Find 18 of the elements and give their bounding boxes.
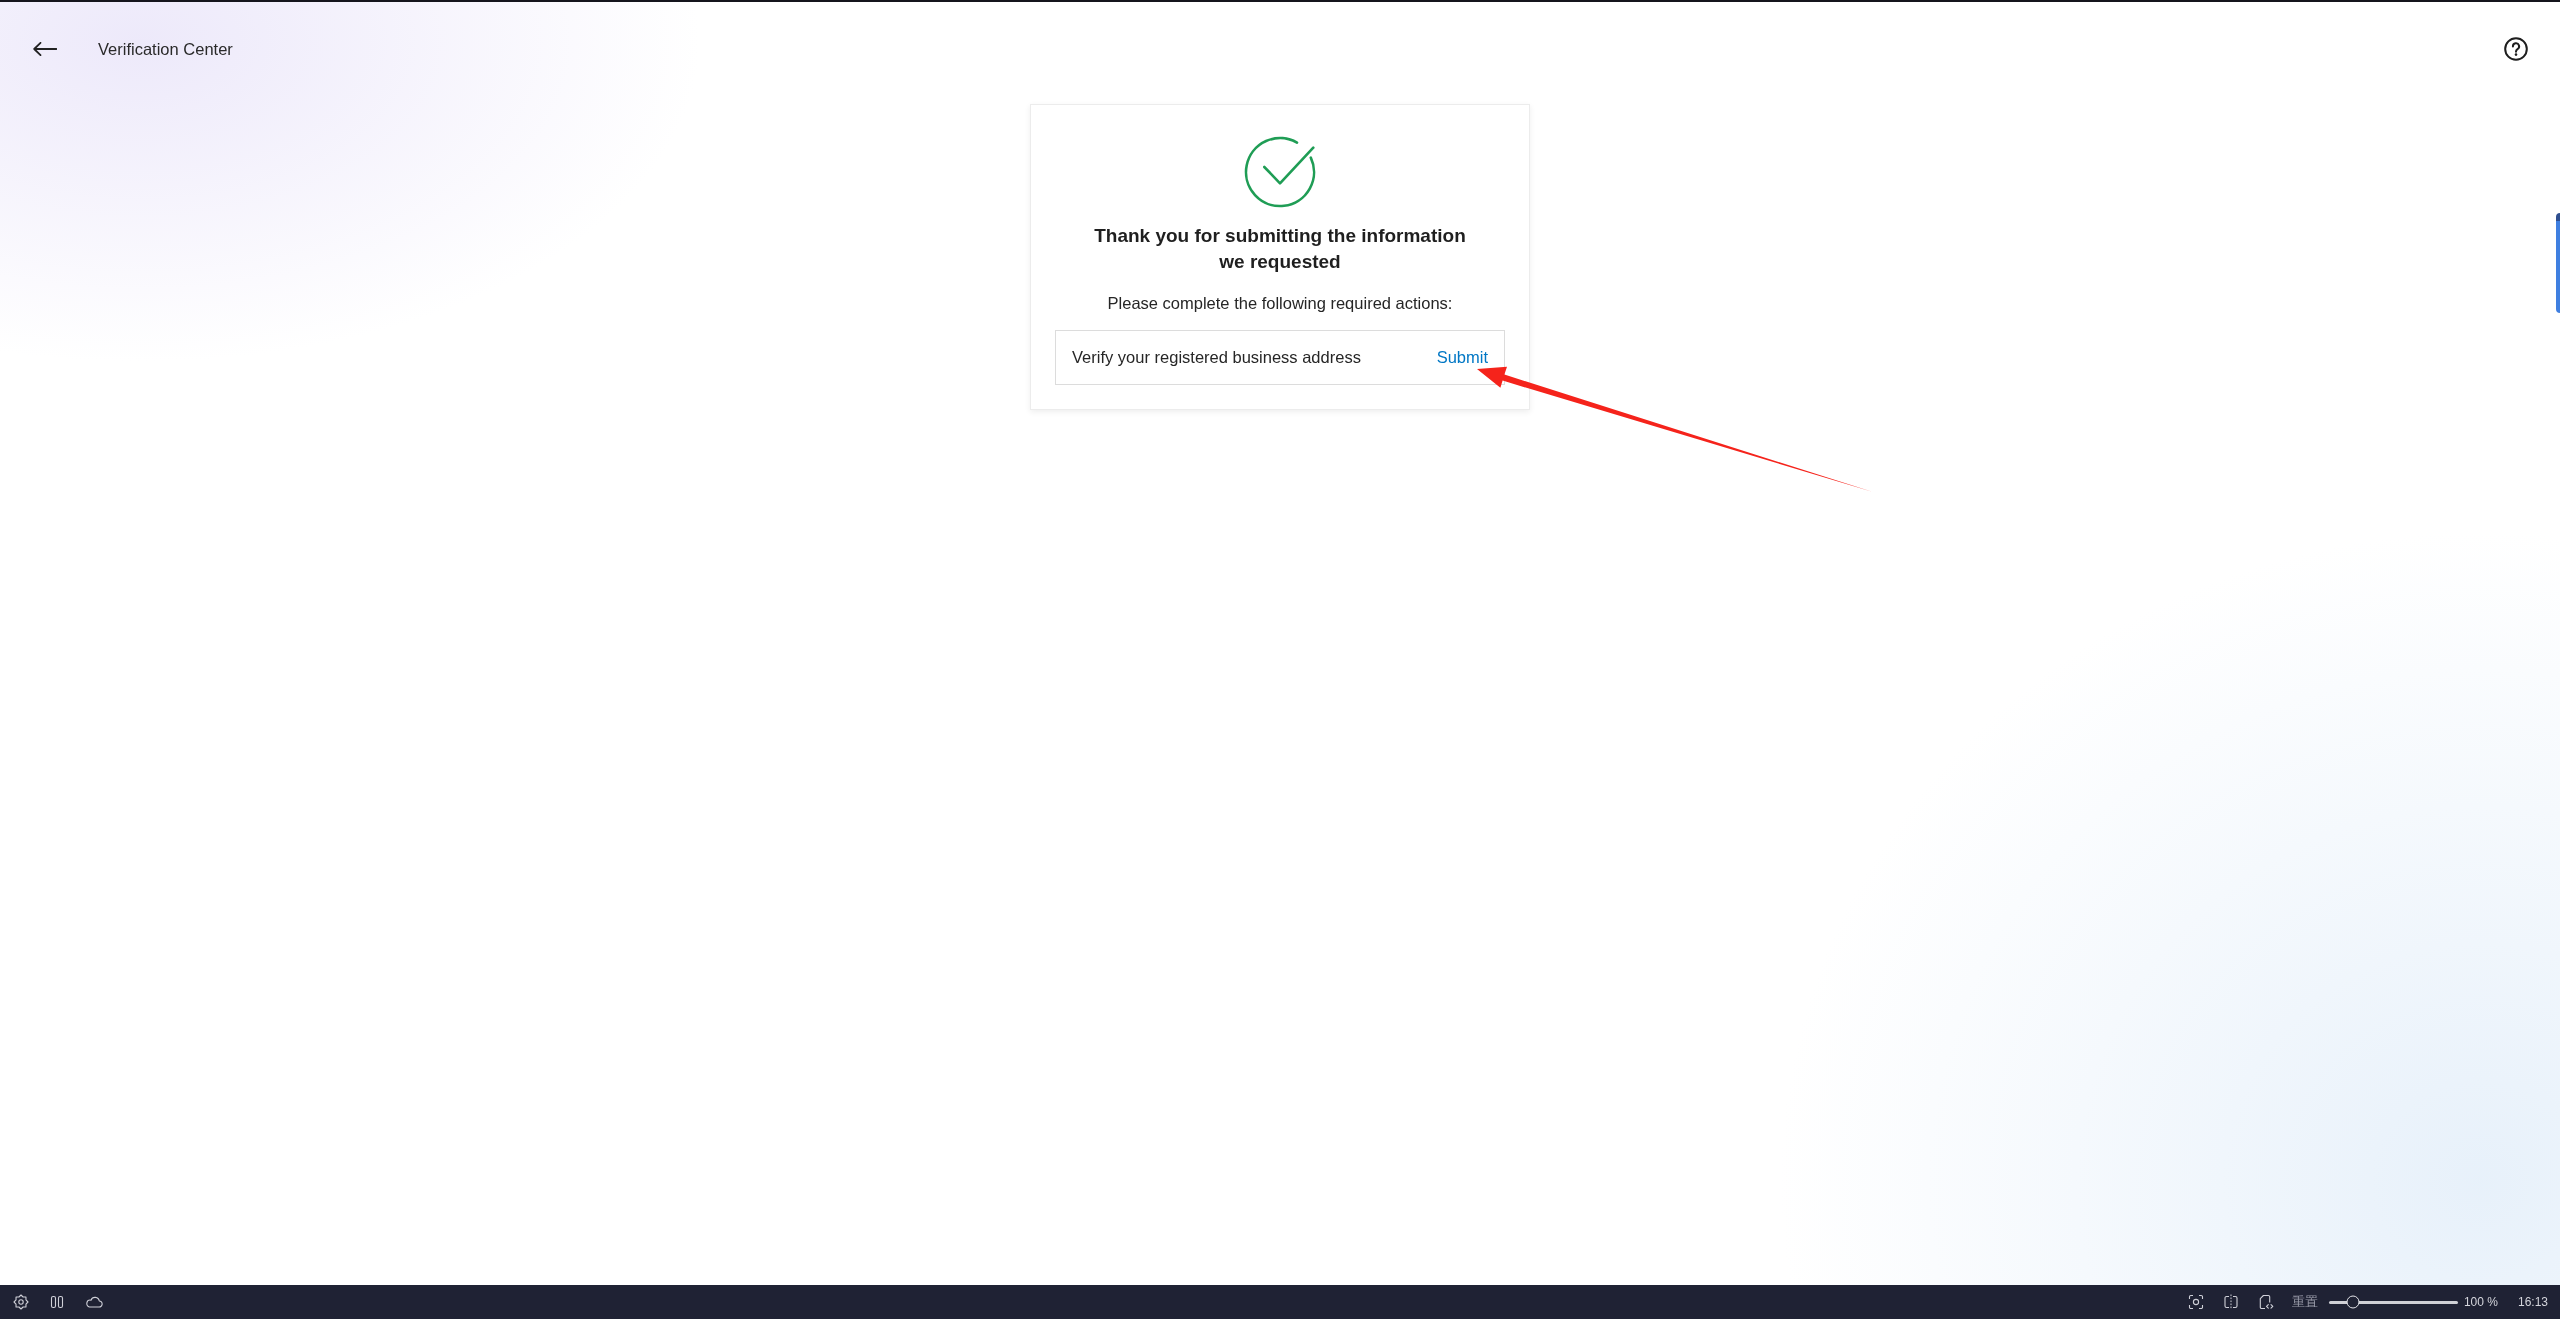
- confirmation-title: Thank you for submitting the information we requested: [1093, 224, 1467, 274]
- clock-time: 16:13: [2517, 1295, 2548, 1309]
- cloud-icon[interactable]: [85, 1294, 103, 1310]
- submit-link[interactable]: Submit: [1436, 348, 1488, 367]
- page-title: Verification Center: [98, 39, 233, 59]
- back-arrow-icon[interactable]: [33, 42, 57, 56]
- instructions-text: Please complete the following required actions:: [1107, 293, 1453, 314]
- help-icon[interactable]: [2504, 37, 2528, 61]
- two-panels-icon[interactable]: [49, 1294, 65, 1310]
- settings-icon[interactable]: [13, 1294, 29, 1310]
- check-circle-icon: [1243, 135, 1317, 209]
- focus-frame-icon[interactable]: [2187, 1294, 2204, 1310]
- action-label: Verify your registered business address: [1072, 348, 1361, 367]
- zoom-percentage: 100 %: [2463, 1295, 2498, 1309]
- page-code-icon[interactable]: [2257, 1294, 2274, 1310]
- split-frame-icon[interactable]: [2222, 1294, 2239, 1310]
- slider-thumb[interactable]: [2346, 1295, 2360, 1309]
- reset-button[interactable]: 重置: [2291, 1293, 2318, 1311]
